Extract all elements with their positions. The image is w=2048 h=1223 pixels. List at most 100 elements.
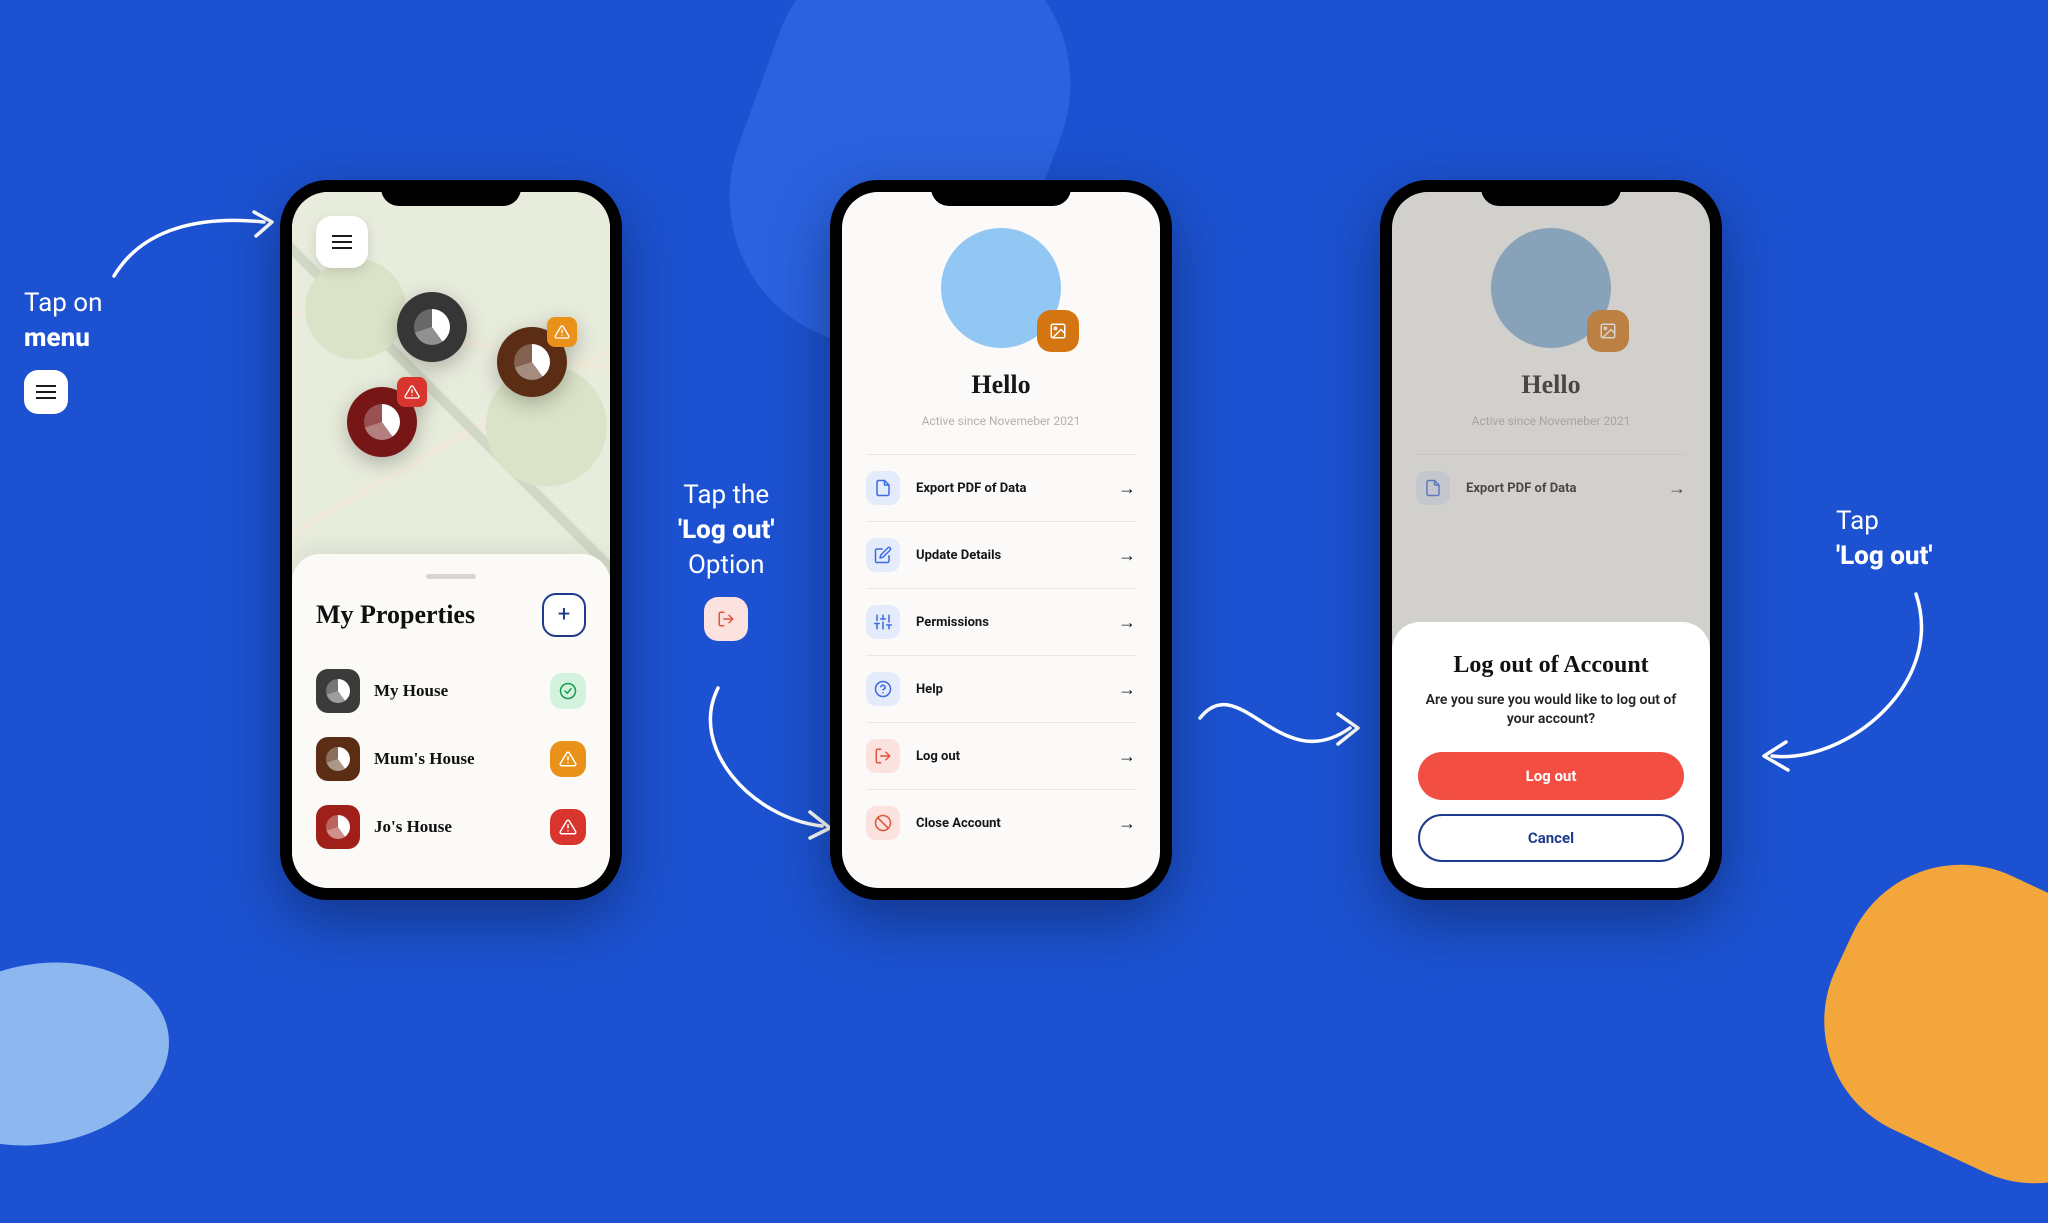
property-icon [316, 669, 360, 713]
annotation-text: Tap the [678, 478, 774, 513]
option-label: Help [916, 682, 1102, 697]
phone-3: Hello Active since Novemeber 2021 Export… [1380, 180, 1722, 900]
menu-button[interactable] [316, 216, 368, 268]
sliders-icon-box [866, 605, 900, 639]
option-logout[interactable]: Log out → [866, 722, 1136, 789]
warning-icon [559, 818, 577, 836]
annotation-tap-logout-option: Tap the 'Log out' Option [678, 478, 774, 641]
chevron-right-icon: → [1118, 478, 1136, 499]
map-marker-red[interactable] [347, 387, 417, 457]
pie-icon [326, 679, 350, 703]
modal-message: Are you sure you would like to log out o… [1418, 691, 1684, 730]
alert-badge [397, 377, 427, 407]
property-row[interactable]: Jo's House [316, 793, 586, 861]
properties-sheet: My Properties + My House Mum's House Jo' [292, 554, 610, 888]
option-close-account[interactable]: Close Account → [866, 789, 1136, 856]
hamburger-icon [332, 241, 352, 243]
warning-icon [554, 324, 570, 340]
logout-button[interactable]: Log out [1418, 752, 1684, 800]
phone-1-screen: My Properties + My House Mum's House Jo' [292, 192, 610, 888]
active-since: Active since Novemeber 2021 [922, 414, 1081, 428]
pdf-icon [874, 479, 892, 497]
warning-badge [547, 317, 577, 347]
annotation-tap-logout: Tap 'Log out' [1836, 504, 1932, 574]
status-warn [550, 741, 586, 777]
property-name: My House [374, 681, 536, 701]
warning-icon [404, 384, 420, 400]
map-marker-grey[interactable] [397, 292, 467, 362]
property-row[interactable]: My House [316, 657, 586, 725]
pdf-icon-box [866, 471, 900, 505]
chevron-right-icon: → [1118, 746, 1136, 767]
status-alert [550, 809, 586, 845]
property-name: Jo's House [374, 817, 536, 837]
block-icon [874, 814, 892, 832]
pie-icon [326, 815, 350, 839]
notch [381, 180, 521, 206]
edit-icon [874, 546, 892, 564]
avatar[interactable] [941, 228, 1061, 348]
sheet-header: My Properties + [316, 593, 586, 637]
option-label: Update Details [916, 548, 1102, 563]
warning-icon [559, 750, 577, 768]
option-export-pdf[interactable]: Export PDF of Data → [866, 454, 1136, 521]
notch [931, 180, 1071, 206]
phone-1: My Properties + My House Mum's House Jo' [280, 180, 622, 900]
option-help[interactable]: Help → [866, 655, 1136, 722]
notch [1481, 180, 1621, 206]
option-label: Permissions [916, 615, 1102, 630]
phone-3-screen: Hello Active since Novemeber 2021 Export… [1392, 192, 1710, 888]
option-permissions[interactable]: Permissions → [866, 588, 1136, 655]
phone-2: Hello Active since Novemeber 2021 Export… [830, 180, 1172, 900]
option-label: Close Account [916, 816, 1102, 831]
sliders-icon [874, 613, 892, 631]
status-ok [550, 673, 586, 709]
property-icon [316, 737, 360, 781]
help-icon [874, 680, 892, 698]
annotation-text-bold: 'Log out' [678, 513, 774, 548]
bg-blob-left [0, 943, 184, 1165]
annotation-text: Option [678, 548, 774, 583]
option-update-details[interactable]: Update Details → [866, 521, 1136, 588]
pie-icon [326, 747, 350, 771]
chevron-right-icon: → [1118, 545, 1136, 566]
property-name: Mum's House [374, 749, 536, 769]
change-photo-button[interactable] [1037, 310, 1079, 352]
logout-modal: Log out of Account Are you sure you woul… [1392, 622, 1710, 888]
map-view[interactable] [292, 192, 610, 582]
section-title: My Properties [316, 600, 475, 630]
pie-icon [414, 309, 450, 345]
property-icon [316, 805, 360, 849]
annotation-menu-icon [24, 370, 68, 414]
logout-icon-box [866, 739, 900, 773]
logout-icon [717, 610, 735, 628]
block-icon-box [866, 806, 900, 840]
annotation-text: Tap on [24, 286, 102, 321]
profile-header: Hello Active since Novemeber 2021 [842, 192, 1160, 454]
check-icon [559, 682, 577, 700]
cancel-button[interactable]: Cancel [1418, 814, 1684, 862]
bg-blob-right [1785, 825, 2048, 1222]
phone-2-screen: Hello Active since Novemeber 2021 Export… [842, 192, 1160, 888]
options-list: Export PDF of Data → Update Details → Pe… [842, 454, 1160, 856]
annotation-text: Tap [1836, 504, 1932, 539]
map-marker-brown[interactable] [497, 327, 567, 397]
help-icon-box [866, 672, 900, 706]
annotation-logout-icon-box [704, 597, 748, 641]
logout-icon [874, 747, 892, 765]
option-label: Export PDF of Data [916, 481, 1102, 496]
add-property-button[interactable]: + [542, 593, 586, 637]
chevron-right-icon: → [1118, 679, 1136, 700]
drag-handle[interactable] [426, 574, 476, 579]
modal-title: Log out of Account [1418, 652, 1684, 679]
annotation-tap-menu: Tap on menu [24, 286, 102, 414]
annotation-text-bold: menu [24, 321, 102, 356]
hamburger-icon [36, 391, 56, 393]
pie-icon [514, 344, 550, 380]
edit-icon-box [866, 538, 900, 572]
property-row[interactable]: Mum's House [316, 725, 586, 793]
option-label: Log out [916, 749, 1102, 764]
greeting: Hello [971, 370, 1030, 400]
arrow-between-phones [1190, 658, 1380, 798]
chevron-right-icon: → [1118, 813, 1136, 834]
